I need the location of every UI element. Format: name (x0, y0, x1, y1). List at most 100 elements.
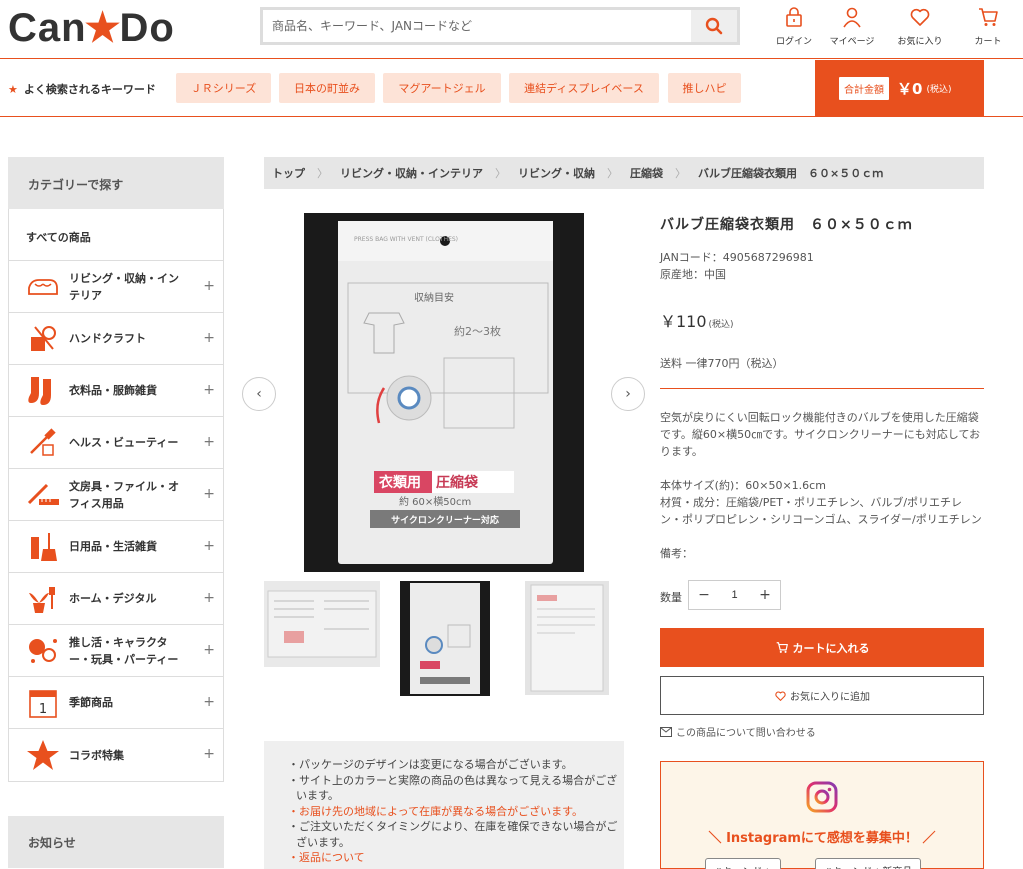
category-seasonal[interactable]: 1 季節商品 + (9, 677, 223, 729)
category-daily-goods[interactable]: 日用品・生活雑貨 + (9, 521, 223, 573)
expand-plus-icon[interactable]: + (203, 486, 215, 502)
thumbnail-side[interactable] (525, 581, 609, 698)
category-home-digital[interactable]: ホーム・デジタル + (9, 573, 223, 625)
breadcrumb-item[interactable]: トップ (272, 165, 305, 181)
expand-plus-icon[interactable]: + (203, 538, 215, 554)
keyword-bar: ★ よく検索されるキーワード ＪＲシリーズ 日本の町並み マグアートジェル 連結… (0, 58, 1023, 117)
thumbnail-back[interactable] (264, 581, 380, 670)
heart-icon (775, 690, 786, 701)
note-item: ・お届け先の地域によって在庫が異なる場合がございます。 (288, 804, 584, 818)
bag-name-clothes: 衣類用 (379, 474, 421, 491)
instagram-icon[interactable] (806, 781, 838, 813)
category-stationery[interactable]: 文房具・ファイル・オフィス用品 + (9, 469, 223, 521)
thumbnail-image (264, 581, 380, 667)
cart-icon (979, 8, 998, 26)
keyword-tag[interactable]: マグアートジェル (383, 73, 501, 103)
cart-total-tax: (税込) (926, 85, 952, 95)
add-to-cart-label: カートに入れる (792, 641, 870, 655)
category-handcraft[interactable]: ハンドクラフト + (9, 313, 223, 365)
product-inquiry-label: この商品について問い合わせる (676, 728, 816, 739)
login-label: ログイン (775, 37, 812, 47)
cando-logo[interactable]: Can ★ Do (8, 5, 175, 51)
price-tax: (税込) (708, 320, 734, 330)
breadcrumb-separator: 〉 (317, 167, 328, 180)
search-bar (260, 7, 740, 45)
quantity-increase-button[interactable]: + (750, 587, 780, 603)
search-icon (705, 17, 723, 35)
keyword-tag[interactable]: 連結ディスプレイベース (509, 73, 659, 103)
quantity-stepper: − + (688, 580, 781, 610)
expand-plus-icon[interactable]: + (203, 746, 215, 762)
bag-top-text: PRESS BAG WITH VENT (CLOTHES) (354, 236, 458, 243)
breadcrumb-item[interactable]: 圧縮袋 (630, 165, 663, 181)
category-oshi-character[interactable]: 推し活・キャラクター・玩具・パーティー + (9, 625, 223, 677)
header-icon-nav: ログイン マイページ お気に入り カート (765, 4, 1017, 48)
expand-plus-icon[interactable]: + (203, 382, 215, 398)
plant-plug-icon (23, 581, 63, 617)
quantity-label: 数量 (660, 591, 682, 604)
party-icon (23, 633, 63, 669)
category-clothing[interactable]: 衣料品・服飾雑貨 + (9, 365, 223, 417)
hashtag-tag[interactable]: #キャンドゥ (705, 858, 782, 869)
expand-plus-icon[interactable]: + (203, 278, 215, 294)
sofa-icon (23, 269, 63, 305)
category-label: コラボ特集 (69, 748, 124, 762)
instagram-title: ＼ Instagramにて感想を募集中！ ／ (708, 831, 936, 846)
keyword-title-text: よく検索されるキーワード (23, 83, 156, 96)
category-list: すべての商品 リビング・収納・インテリア + ハンドクラフト + 衣料品・服飾雑… (8, 209, 224, 782)
add-to-favorites-button[interactable]: お気に入りに追加 (660, 676, 984, 715)
logo-star-icon: ★ (84, 6, 122, 50)
quantity-input[interactable] (719, 589, 750, 601)
expand-plus-icon[interactable]: + (203, 590, 215, 606)
logo-text-do: Do (119, 5, 175, 50)
lock-icon (786, 7, 802, 27)
expand-plus-icon[interactable]: + (203, 330, 215, 346)
keyword-tag[interactable]: ＪＲシリーズ (176, 73, 271, 103)
search-input[interactable] (263, 10, 691, 42)
keyword-tag[interactable]: 推しハピ (668, 73, 741, 103)
thumbnail-image (400, 581, 490, 696)
next-image-button[interactable]: › (611, 377, 645, 411)
favorites-link[interactable]: お気に入り (881, 4, 959, 48)
search-button[interactable] (691, 10, 737, 42)
category-all-products[interactable]: すべての商品 (9, 209, 223, 261)
cart-total-box[interactable]: 合計金額 ￥0 (税込) (815, 60, 984, 117)
expand-plus-icon[interactable]: + (203, 642, 215, 658)
category-living[interactable]: リビング・収納・インテリア + (9, 261, 223, 313)
breadcrumb-item[interactable]: リビング・収納・インテリア (340, 165, 483, 181)
expand-plus-icon[interactable]: + (203, 434, 215, 450)
category-collab[interactable]: コラボ特集 + (9, 729, 223, 781)
note-item: ・ご注文いただくタイミングにより、在庫を確保できない場合がございます。 (288, 820, 618, 849)
product-inquiry-link[interactable]: この商品について問い合わせる (660, 724, 816, 739)
shipping-info: 送料 一律770円（税込） (660, 357, 784, 370)
category-label: ホーム・デジタル (69, 592, 157, 605)
cart-link[interactable]: カート (959, 4, 1017, 48)
jan-code: JANコード：4905687296981 (660, 251, 814, 264)
login-link[interactable]: ログイン (765, 4, 823, 48)
return-policy-link[interactable]: ・返品について (284, 850, 624, 866)
category-label: ヘルス・ビューティー (69, 436, 179, 449)
category-label: 衣料品・服飾雑貨 (69, 384, 157, 397)
bag-name-compression: 圧縮袋 (436, 474, 479, 491)
product-remarks: 備考： (660, 547, 693, 560)
add-to-cart-button[interactable]: カートに入れる (660, 628, 984, 667)
mypage-link[interactable]: マイページ (823, 4, 881, 48)
quantity-decrease-button[interactable]: − (689, 587, 719, 603)
bag-cyclone-text: サイクロンクリーナー対応 (391, 514, 499, 526)
calendar-icon: 1 (23, 685, 63, 721)
expand-plus-icon[interactable]: + (203, 694, 215, 710)
category-health-beauty[interactable]: ヘルス・ビューティー + (9, 417, 223, 469)
person-icon (843, 7, 861, 28)
favorites-label: お気に入り (897, 37, 943, 47)
breadcrumb-separator: 〉 (607, 167, 618, 180)
category-label: 文房具・ファイル・オフィス用品 (69, 479, 179, 510)
product-size: 本体サイズ(約)：60×50×1.6cm (660, 479, 826, 492)
star-icon: ★ (8, 82, 18, 96)
broom-icon (23, 529, 63, 565)
hashtag-tag[interactable]: #キャンドゥ新商品 (815, 858, 922, 869)
keyword-tag[interactable]: 日本の町並み (279, 73, 375, 103)
breadcrumb-item[interactable]: リビング・収納 (518, 165, 595, 181)
breadcrumb-current: バルブ圧縮袋衣類用 ６０×５０ｃｍ (698, 167, 884, 180)
prev-image-button[interactable]: ‹ (242, 377, 276, 411)
thumbnail-front[interactable] (400, 581, 490, 699)
